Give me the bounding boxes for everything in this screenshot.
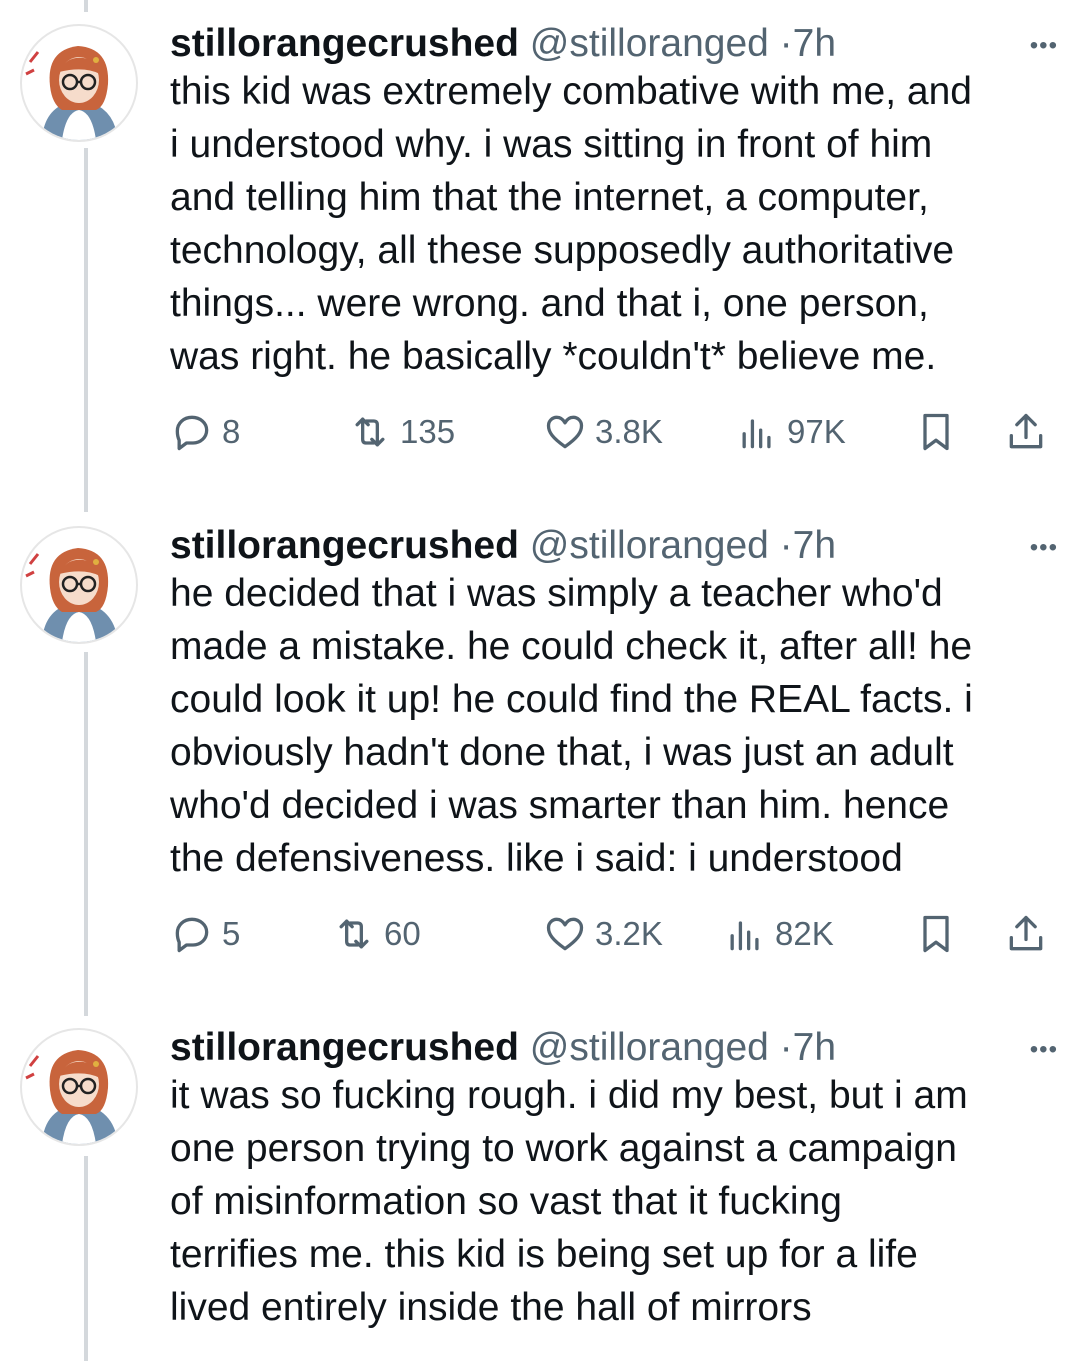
separator: · — [779, 1026, 793, 1069]
views-button[interactable]: 82K — [723, 910, 834, 958]
tweet-header: stillorangecrushed @stilloranged ·7h — [170, 520, 836, 572]
more-dots-icon[interactable]: ••• — [1030, 1030, 1058, 1070]
retweet-count: 135 — [400, 413, 456, 450]
separator: · — [779, 524, 793, 567]
share-button[interactable] — [1004, 910, 1048, 958]
retweet-icon — [355, 417, 385, 447]
display-name[interactable]: stillorangecrushed — [170, 1026, 519, 1069]
bookmark-button[interactable] — [914, 408, 958, 456]
like-button[interactable]: 3.2K — [543, 910, 663, 958]
reply-count: 8 — [222, 413, 241, 450]
like-button[interactable]: 3.8K — [543, 408, 663, 456]
more-dots-icon[interactable]: ••• — [1030, 26, 1058, 66]
handle[interactable]: @stilloranged — [530, 1026, 769, 1069]
timestamp[interactable]: 7h — [793, 1026, 836, 1069]
action-bar: 8 135 3.8K 97K — [170, 408, 1050, 456]
avatar[interactable] — [20, 1028, 138, 1146]
avatar[interactable] — [20, 24, 138, 142]
views-count: 82K — [775, 915, 834, 952]
share-icon — [1009, 413, 1043, 449]
avatar[interactable] — [20, 526, 138, 644]
bookmark-button[interactable] — [914, 910, 958, 958]
display-name[interactable]: stillorangecrushed — [170, 22, 519, 65]
retweet-button[interactable]: 60 — [332, 910, 421, 958]
tweet[interactable]: stillorangecrushed @stilloranged ·7h •••… — [0, 1022, 1080, 1361]
display-name[interactable]: stillorangecrushed — [170, 524, 519, 567]
like-count: 3.2K — [595, 915, 663, 952]
heart-icon — [546, 917, 584, 951]
retweet-button[interactable]: 135 — [348, 408, 455, 456]
tweet[interactable]: stillorangecrushed @stilloranged ·7h •••… — [0, 520, 1080, 980]
handle[interactable]: @stilloranged — [530, 22, 769, 65]
timestamp[interactable]: 7h — [793, 22, 836, 65]
action-bar: 5 60 3.2K 82K — [170, 910, 1050, 958]
reply-count: 5 — [222, 915, 241, 952]
reply-icon — [175, 917, 209, 953]
reply-button[interactable]: 8 — [170, 408, 240, 456]
retweet-count: 60 — [384, 915, 421, 952]
more-dots-icon[interactable]: ••• — [1030, 528, 1058, 568]
separator: · — [779, 22, 793, 65]
views-count: 97K — [787, 413, 846, 450]
like-count: 3.8K — [595, 413, 663, 450]
share-button[interactable] — [1004, 408, 1048, 456]
views-chart-icon — [730, 921, 759, 951]
timestamp[interactable]: 7h — [793, 524, 836, 567]
views-chart-icon — [742, 419, 771, 449]
handle[interactable]: @stilloranged — [530, 524, 769, 567]
tweet-text: it was so fucking rough. i did my best, … — [170, 1074, 968, 1329]
reply-icon — [175, 415, 209, 451]
heart-icon — [546, 415, 584, 449]
retweet-icon — [339, 919, 369, 949]
tweet[interactable]: stillorangecrushed @stilloranged ·7h •••… — [0, 18, 1080, 478]
share-icon — [1009, 915, 1043, 951]
bookmark-icon — [923, 413, 949, 451]
tweet-header: stillorangecrushed @stilloranged ·7h — [170, 18, 836, 70]
tweet-header: stillorangecrushed @stilloranged ·7h — [170, 1022, 836, 1074]
views-button[interactable]: 97K — [735, 408, 846, 456]
tweet-text: this kid was extremely combative with me… — [170, 70, 972, 378]
thread-line — [84, 0, 88, 12]
reply-button[interactable]: 5 — [170, 910, 240, 958]
bookmark-icon — [923, 915, 949, 953]
tweet-text: he decided that i was simply a teacher w… — [170, 572, 973, 880]
